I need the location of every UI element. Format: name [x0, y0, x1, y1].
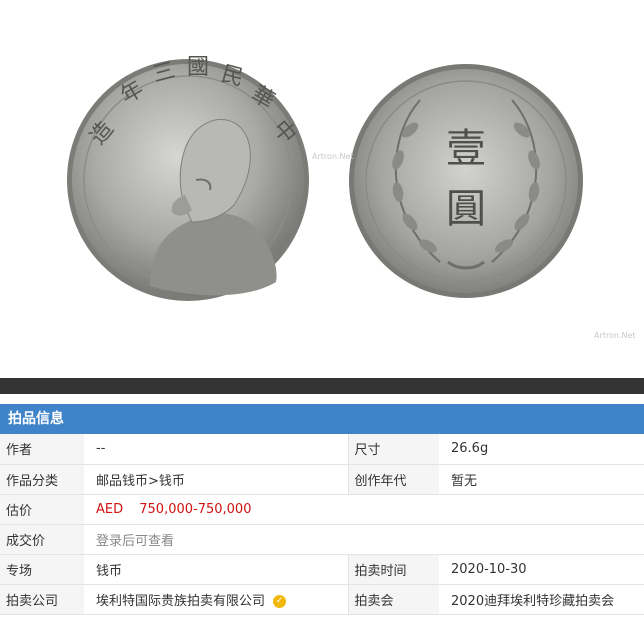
svg-text:壹: 壹 [446, 126, 486, 172]
value-auction-date: 2020-10-30 [439, 554, 644, 585]
table-row: 拍卖公司 埃利特国际贵族拍卖有限公司 ✓ 拍卖会 2020迪拜埃利特珍藏拍卖会 [0, 584, 644, 615]
label-session: 专场 [0, 554, 84, 585]
label-creation-year: 创作年代 [347, 464, 439, 495]
value-size: 26.6g [439, 434, 644, 465]
divider-bar [0, 378, 644, 394]
section-title: 拍品信息 [8, 411, 64, 427]
label-size: 尺寸 [347, 434, 439, 465]
login-to-view-link[interactable]: 登录后可查看 [84, 524, 644, 555]
coin-image: 造 年 三 國 民 華 中 壹 圓 [67, 55, 583, 301]
table-row: 作品分类 邮品钱币>钱币 创作年代 暂无 [0, 464, 644, 495]
value-auction-sale[interactable]: 2020迪拜埃利特珍藏拍卖会 [439, 584, 644, 615]
value-author: -- [84, 434, 348, 465]
table-row: 成交价 登录后可查看 [0, 524, 644, 555]
estimate-currency: AED [96, 501, 124, 517]
value-auction-house[interactable]: 埃利特国际贵族拍卖有限公司 ✓ [84, 584, 348, 615]
verified-badge-icon: ✓ [273, 594, 287, 608]
auction-house-name[interactable]: 埃利特国际贵族拍卖有限公司 [96, 594, 265, 609]
estimate-price: 750,000-750,000 [139, 501, 252, 517]
svg-text:圓: 圓 [446, 186, 486, 232]
label-auction-sale: 拍卖会 [347, 584, 439, 615]
section-header: 拍品信息 [0, 404, 644, 434]
coin-photo: 造 年 三 國 民 華 中 壹 圓 Artron.Net Artron.Net [0, 0, 644, 378]
table-row: 估价 AED 750,000-750,000 [0, 494, 644, 525]
coin-obverse: 造 年 三 國 民 華 中 [67, 55, 309, 301]
value-estimate: AED 750,000-750,000 [84, 494, 644, 525]
label-auction-house: 拍卖公司 [0, 584, 84, 615]
lot-info-table: 作者 -- 尺寸 26.6g 作品分类 邮品钱币>钱币 创作年代 暂无 估价 A… [0, 434, 644, 615]
svg-text:國: 國 [187, 55, 209, 80]
label-estimate: 估价 [0, 494, 84, 525]
table-row: 作者 -- 尺寸 26.6g [0, 434, 644, 465]
watermark-right: Artron.Net [594, 331, 636, 340]
value-session[interactable]: 钱币 [84, 554, 348, 585]
coin-reverse: 壹 圓 [349, 64, 583, 298]
value-category[interactable]: 邮品钱币>钱币 [84, 464, 348, 495]
table-row: 专场 钱币 拍卖时间 2020-10-30 [0, 554, 644, 585]
label-author: 作者 [0, 434, 84, 465]
watermark-left: Artron.Net [312, 152, 354, 161]
label-auction-date: 拍卖时间 [347, 554, 439, 585]
label-hammer-price: 成交价 [0, 524, 84, 555]
label-category: 作品分类 [0, 464, 84, 495]
value-creation-year: 暂无 [439, 464, 644, 495]
